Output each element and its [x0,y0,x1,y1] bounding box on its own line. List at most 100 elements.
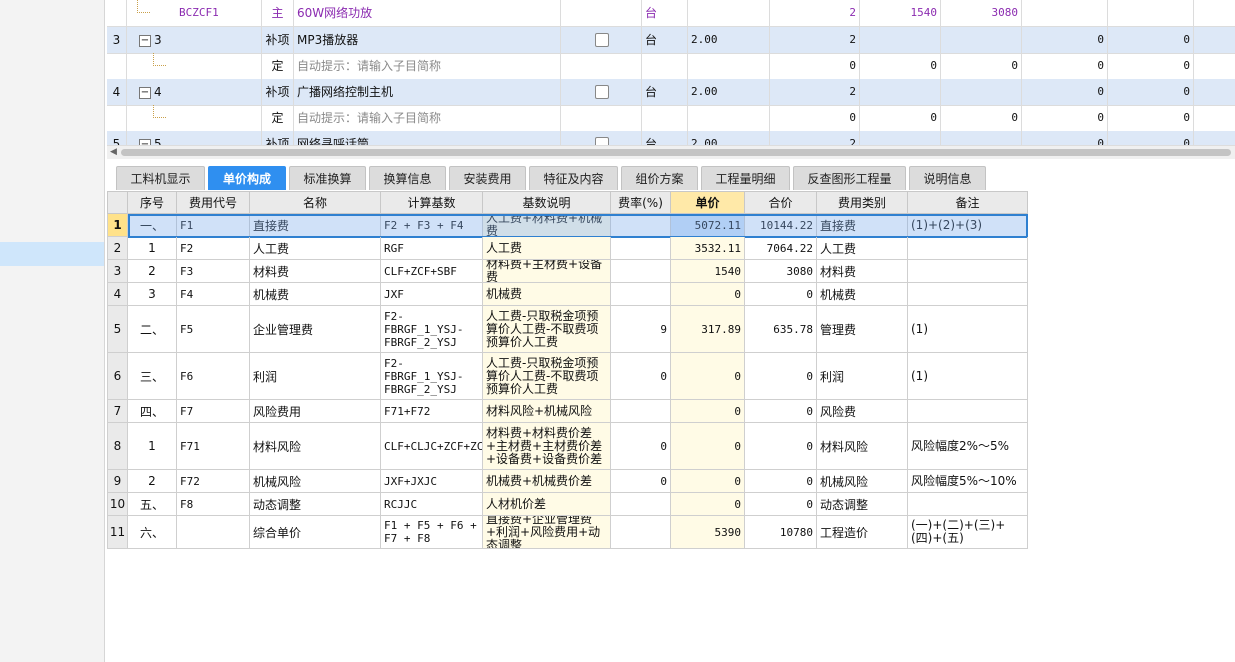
cell-code[interactable] [177,516,250,549]
cell-rate[interactable]: 0 [611,353,671,400]
cell-seq[interactable]: 二、 [128,306,177,353]
cell-base-desc[interactable]: 直接费+企业管理费+利润+风险费用+动态调整 [483,516,611,549]
table-row[interactable]: 4 −4 补项 广播网络控制主机 台 2.00 2 0 0 [107,79,1235,106]
cell-rate[interactable] [611,516,671,549]
cell-total[interactable]: 0 [745,493,817,516]
cell-code[interactable]: F72 [177,470,250,493]
tab-standard-conversion[interactable]: 标准换算 [289,166,366,190]
scroll-left-icon[interactable]: ◀ [110,147,117,157]
cell-name[interactable]: 企业管理费 [250,306,381,353]
cell-unit-price[interactable]: 0 [671,353,745,400]
item-name[interactable]: MP3播放器 [294,27,561,53]
table-row[interactable]: 3 −3 补项 MP3播放器 台 2.00 2 0 0 [107,27,1235,54]
cell-unit-price[interactable]: 0 [671,493,745,516]
cell-seq[interactable]: 六、 [128,516,177,549]
collapse-icon[interactable]: − [139,86,151,99]
cell-rate[interactable] [611,214,671,237]
item-name[interactable]: 60W网络功放 [294,0,561,26]
cell-total[interactable]: 0 [745,423,817,470]
tab-conversion-info[interactable]: 换算信息 [369,166,446,190]
cell-unit-price[interactable]: 0 [671,283,745,306]
cell-total[interactable]: 10144.22 [745,214,817,237]
cell-base-desc[interactable]: 机械费 [483,283,611,306]
cell-note[interactable]: (1) [908,306,1028,353]
cell-unit-price[interactable]: 3532.11 [671,237,745,260]
table-row[interactable]: 定 自动提示：请输入子目简称 0 0 0 0 0 [107,53,1235,80]
cell-category[interactable]: 动态调整 [817,493,908,516]
cell-base[interactable]: F1 + F5 + F6 + F7 + F8 [381,516,483,549]
cell-code[interactable]: F4 [177,283,250,306]
cell-category[interactable]: 人工费 [817,237,908,260]
cell-base[interactable]: RCJJC [381,493,483,516]
left-panel-selected-item[interactable] [0,242,104,266]
cell-total[interactable]: 0 [745,353,817,400]
cell-code[interactable]: F2 [177,237,250,260]
item-name[interactable]: 自动提示：请输入子目简称 [294,53,561,79]
cell-rate[interactable] [611,400,671,423]
cell-note[interactable]: 风险幅度5%～10% [908,470,1028,493]
cell-code[interactable]: F5 [177,306,250,353]
cell-base[interactable]: F2-FBRGF_1_YSJ-FBRGF_2_YSJ [381,353,483,400]
cell-rate[interactable]: 9 [611,306,671,353]
cell-rate[interactable] [611,260,671,283]
cell-base-desc[interactable]: 材料费+材料费价差+主材费+主材费价差+设备费+设备费价差 [483,423,611,470]
cell-base-desc[interactable]: 人材机价差 [483,493,611,516]
cell-base[interactable]: F2-FBRGF_1_YSJ-FBRGF_2_YSJ [381,306,483,353]
cell-base-desc[interactable]: 人工费-只取税金项预算价人工费-不取费项预算价人工费 [483,306,611,353]
cell-rate[interactable] [611,237,671,260]
cell-seq[interactable]: 四、 [128,400,177,423]
cell-category[interactable]: 直接费 [817,214,908,237]
row-checkbox[interactable] [595,85,609,99]
cell-unit-price[interactable]: 0 [671,400,745,423]
cell-code[interactable]: F3 [177,260,250,283]
cell-seq[interactable]: 3 [128,283,177,306]
row-checkbox[interactable] [595,137,609,145]
cell-name[interactable]: 材料风险 [250,423,381,470]
tab-pricing-scheme[interactable]: 组价方案 [621,166,698,190]
cell-base[interactable]: CLF+ZCF+SBF [381,260,483,283]
cell-note[interactable]: (一)+(二)+(三)+(四)+(五) [908,516,1028,549]
cell-note[interactable] [908,260,1028,283]
cell-note[interactable] [908,283,1028,306]
cell-category[interactable]: 机械费 [817,283,908,306]
tab-unit-price-composition[interactable]: 单价构成 [208,166,286,190]
cell-category[interactable]: 风险费 [817,400,908,423]
cell-name[interactable]: 材料费 [250,260,381,283]
table-row[interactable]: 5 −5 补项 网络寻呼话筒 台 2.00 2 0 0 [107,131,1235,145]
tab-installation-fee[interactable]: 安装费用 [449,166,526,190]
cell-total[interactable]: 0 [745,400,817,423]
cell-unit-price[interactable]: 0 [671,470,745,493]
cell-category[interactable]: 材料费 [817,260,908,283]
cell-category[interactable]: 管理费 [817,306,908,353]
cell-unit-price[interactable]: 1540 [671,260,745,283]
scrollbar-thumb[interactable] [121,149,1231,156]
cell-seq[interactable]: 1 [128,237,177,260]
cell-base[interactable]: JXF [381,283,483,306]
cell-base[interactable]: F2 + F3 + F4 [381,214,483,237]
tab-quantity-details[interactable]: 工程量明细 [701,166,790,190]
cell-code[interactable]: F6 [177,353,250,400]
tab-description-info[interactable]: 说明信息 [909,166,986,190]
cell-rate[interactable]: 0 [611,470,671,493]
collapse-icon[interactable]: − [139,34,151,47]
item-name[interactable]: 网络寻呼话筒 [294,131,561,145]
cell-category[interactable]: 材料风险 [817,423,908,470]
cell-seq[interactable]: 三、 [128,353,177,400]
cell-rate[interactable] [611,283,671,306]
cell-base-desc[interactable]: 材料费+主材费+设备费 [483,260,611,283]
cell-base-desc[interactable]: 机械费+机械费价差 [483,470,611,493]
cell-base-desc[interactable]: 人工费 [483,237,611,260]
cell-rate[interactable]: 0 [611,423,671,470]
cell-base[interactable]: RGF [381,237,483,260]
table-row[interactable]: 定 自动提示：请输入子目简称 0 0 0 0 0 [107,105,1235,132]
cell-total[interactable]: 7064.22 [745,237,817,260]
cell-total[interactable]: 635.78 [745,306,817,353]
cell-note[interactable] [908,493,1028,516]
cell-note[interactable] [908,237,1028,260]
cell-base-desc[interactable]: 人工费-只取税金项预算价人工费-不取费项预算价人工费 [483,353,611,400]
cell-unit-price[interactable]: 0 [671,423,745,470]
cell-name[interactable]: 直接费 [250,214,381,237]
table-row[interactable]: BCZCF1 主 60W网络功放 台 2 1540 3080 [107,0,1235,27]
cell-seq[interactable]: 1 [128,423,177,470]
cell-seq[interactable]: 2 [128,260,177,283]
